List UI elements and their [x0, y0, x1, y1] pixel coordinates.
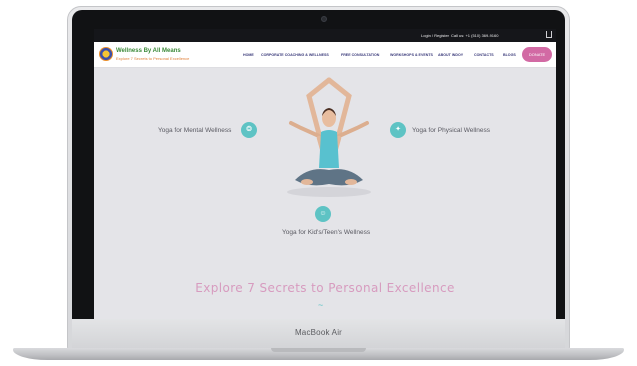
logo-tagline: Explore 7 Secrets to Personal Excellence	[116, 56, 190, 61]
wave-icon: ~	[318, 300, 324, 310]
feature-physical-label[interactable]: Yoga for Physical Wellness	[412, 127, 490, 134]
brain-icon[interactable]: ❂	[241, 122, 257, 138]
nav-blogs[interactable]: BLOGS	[503, 53, 516, 57]
nav-free-consultation[interactable]: FREE CONSULTATION	[341, 53, 379, 57]
hero-headline: Explore 7 Secrets to Personal Excellence	[195, 281, 455, 295]
cart-icon[interactable]	[546, 31, 552, 38]
donate-button[interactable]: DONATE	[522, 47, 552, 62]
feature-kids-label[interactable]: Yoga for Kid's/Teen's Wellness	[282, 229, 370, 236]
yoga-woman-image	[287, 77, 371, 197]
nav-workshops-events[interactable]: WORKSHOPS & EVENTS	[390, 53, 433, 57]
camera-icon	[321, 16, 327, 22]
kids-icon[interactable]: ☺	[315, 206, 331, 222]
navbar: Wellness By All Means Explore 7 Secrets …	[94, 42, 556, 68]
nav-about[interactable]: ABOUT INDOY	[438, 53, 463, 57]
phone-number: Call us: +1 (510) 369-9160	[451, 33, 499, 38]
website-screen: Login / Register Call us: +1 (510) 369-9…	[94, 29, 556, 319]
device-label: MacBook Air	[294, 328, 343, 337]
feature-mental-label[interactable]: Yoga for Mental Wellness	[158, 127, 231, 134]
muscle-icon[interactable]: ✦	[390, 122, 406, 138]
laptop-notch	[271, 348, 366, 352]
nav-home[interactable]: HOME	[243, 53, 254, 57]
logo-title[interactable]: Wellness By All Means	[116, 48, 181, 54]
nav-corporate-coaching[interactable]: CORPORATE COACHING & WELLNESS	[261, 53, 329, 57]
logo-icon[interactable]	[99, 47, 113, 61]
nav-contacts[interactable]: CONTACTS	[474, 53, 494, 57]
top-bar: Login / Register Call us: +1 (510) 369-9…	[94, 29, 556, 42]
login-register-link[interactable]: Login / Register	[421, 33, 449, 38]
